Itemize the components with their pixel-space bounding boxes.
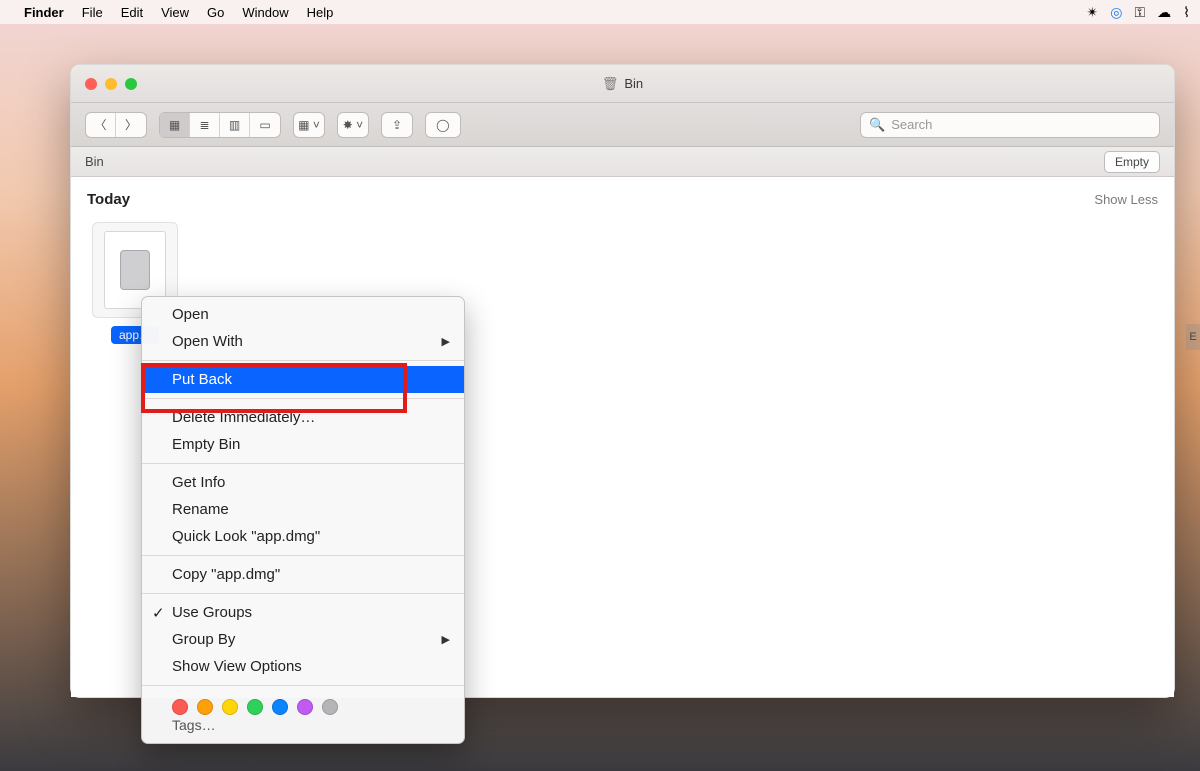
ctx-empty-bin[interactable]: Empty Bin xyxy=(142,431,464,458)
minimize-button[interactable] xyxy=(105,78,117,90)
ctx-sep xyxy=(142,555,464,556)
column-view[interactable]: ▥ xyxy=(220,113,250,137)
tag-orange[interactable] xyxy=(197,699,213,715)
checkmark-icon: ✓ xyxy=(152,604,165,622)
group-button[interactable]: ▦ ˅ xyxy=(293,112,325,138)
icon-view[interactable]: ▦ xyxy=(160,113,190,137)
ctx-sep xyxy=(142,685,464,686)
ctx-open[interactable]: Open xyxy=(142,301,464,328)
search-input[interactable] xyxy=(891,117,1151,132)
path-label: Bin xyxy=(85,154,104,169)
section-title: Today xyxy=(87,191,130,208)
menubar: Finder File Edit View Go Window Help ✴ ◎… xyxy=(0,0,1200,24)
window-title: 🗑 Bin xyxy=(602,76,643,92)
menu-app[interactable]: Finder xyxy=(24,5,64,20)
ctx-open-with[interactable]: Open With▶ xyxy=(142,328,464,355)
toolbar: 〈 〉 ▦ ≣ ▥ ▭ ▦ ˅ ✸ ˅ ⇪ ◯ 🔍 xyxy=(71,103,1174,147)
ctx-rename[interactable]: Rename xyxy=(142,496,464,523)
status-wifi-icon[interactable]: ⌇ xyxy=(1183,4,1190,21)
tag-purple[interactable] xyxy=(297,699,313,715)
status-cloud-icon[interactable]: ☁ xyxy=(1157,4,1171,21)
tag-button[interactable]: ◯ xyxy=(425,112,460,138)
ctx-copy[interactable]: Copy "app.dmg" xyxy=(142,561,464,588)
nav-buttons: 〈 〉 xyxy=(85,112,147,138)
edge-fragment: E xyxy=(1186,324,1200,350)
menu-edit[interactable]: Edit xyxy=(121,5,143,20)
ctx-put-back[interactable]: Put Back xyxy=(142,366,464,393)
tag-red[interactable] xyxy=(172,699,188,715)
chevron-right-icon: ▶ xyxy=(442,335,450,348)
action-button[interactable]: ✸ ˅ xyxy=(337,112,369,138)
status-antivirus-icon[interactable]: ✴ xyxy=(1087,4,1099,21)
ctx-sep xyxy=(142,360,464,361)
disk-icon xyxy=(120,250,150,290)
trash-icon: 🗑 xyxy=(602,76,619,92)
search-box[interactable]: 🔍 xyxy=(860,112,1160,138)
view-mode-switch: ▦ ≣ ▥ ▭ xyxy=(159,112,281,138)
zoom-button[interactable] xyxy=(125,78,137,90)
ctx-group-by[interactable]: Group By▶ xyxy=(142,626,464,653)
ctx-tags[interactable]: Tags… xyxy=(142,715,464,739)
show-less-button[interactable]: Show Less xyxy=(1094,192,1158,207)
ctx-tag-colors xyxy=(142,691,464,715)
status-key-icon[interactable]: ⚿ xyxy=(1135,4,1146,21)
status-teamviewer-icon[interactable]: ◎ xyxy=(1110,4,1122,21)
ctx-use-groups[interactable]: ✓Use Groups xyxy=(142,599,464,626)
gallery-view[interactable]: ▭ xyxy=(250,113,280,137)
close-button[interactable] xyxy=(85,78,97,90)
ctx-get-info[interactable]: Get Info xyxy=(142,469,464,496)
chevron-right-icon: ▶ xyxy=(442,633,450,646)
path-bar: Bin Empty xyxy=(71,147,1174,177)
ctx-view-options[interactable]: Show View Options xyxy=(142,653,464,680)
menu-view[interactable]: View xyxy=(161,5,189,20)
back-button[interactable]: 〈 xyxy=(86,113,116,137)
titlebar: 🗑 Bin xyxy=(71,65,1174,103)
menu-go[interactable]: Go xyxy=(207,5,224,20)
ctx-delete-immediately[interactable]: Delete Immediately… xyxy=(142,404,464,431)
ctx-sep xyxy=(142,593,464,594)
share-button[interactable]: ⇪ xyxy=(381,112,413,138)
tag-blue[interactable] xyxy=(272,699,288,715)
tag-yellow[interactable] xyxy=(222,699,238,715)
traffic-lights xyxy=(85,78,137,90)
section-header: Today Show Less xyxy=(87,191,1158,208)
search-icon: 🔍 xyxy=(869,117,885,133)
tag-green[interactable] xyxy=(247,699,263,715)
list-view[interactable]: ≣ xyxy=(190,113,220,137)
context-menu: Open Open With▶ Put Back Delete Immediat… xyxy=(141,296,465,744)
window-title-text: Bin xyxy=(624,76,643,91)
forward-button[interactable]: 〉 xyxy=(116,113,146,137)
ctx-quick-look[interactable]: Quick Look "app.dmg" xyxy=(142,523,464,550)
menu-file[interactable]: File xyxy=(82,5,103,20)
ctx-sep xyxy=(142,398,464,399)
empty-bin-button[interactable]: Empty xyxy=(1104,151,1160,173)
menu-window[interactable]: Window xyxy=(242,5,288,20)
menu-help[interactable]: Help xyxy=(307,5,334,20)
ctx-sep xyxy=(142,463,464,464)
tag-gray[interactable] xyxy=(322,699,338,715)
